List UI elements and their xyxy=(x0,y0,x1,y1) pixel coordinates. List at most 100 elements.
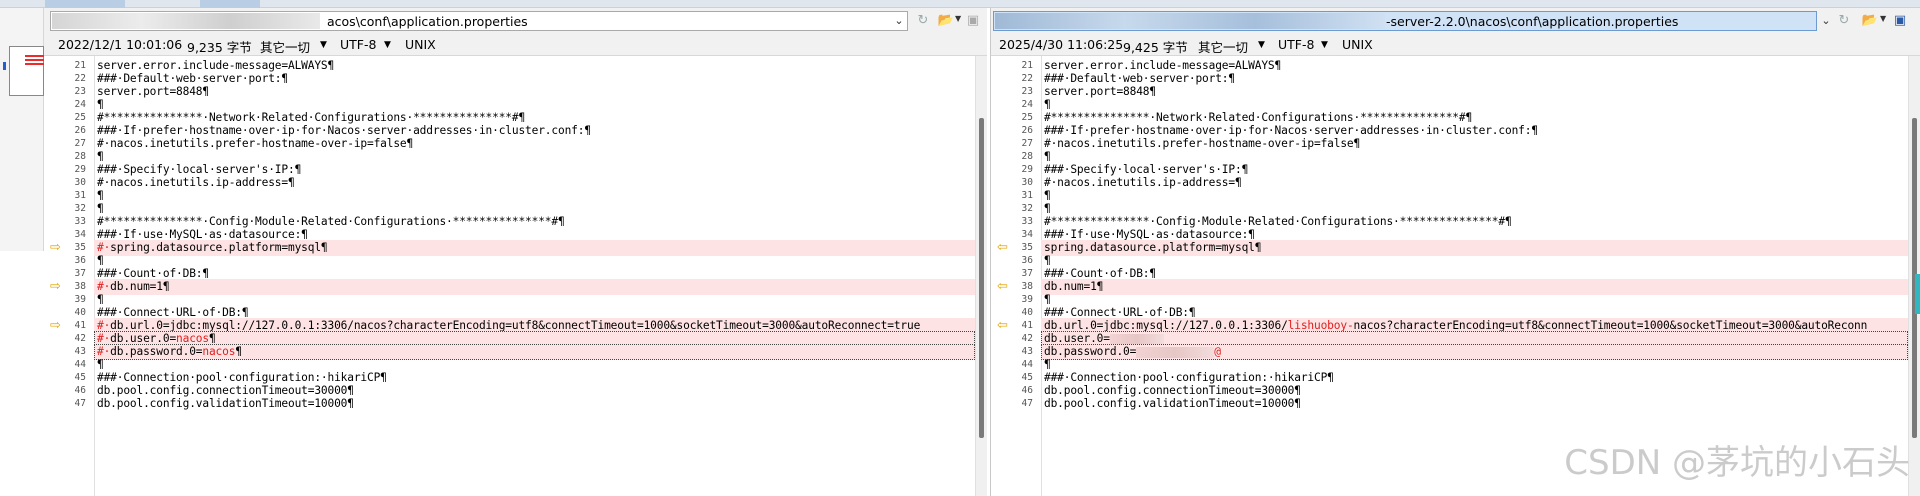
line-number: 27 xyxy=(74,138,86,149)
line-number: 28 xyxy=(1021,151,1033,162)
line-number: 26 xyxy=(74,125,86,136)
refresh-icon[interactable]: ↻ xyxy=(914,13,932,29)
line-number: 22 xyxy=(1021,73,1033,84)
line-ending-label: UNIX xyxy=(405,37,436,52)
code-line[interactable]: 47 db.pool.config.validationTimeout=10000… xyxy=(991,396,1920,412)
encoding-selector[interactable]: UTF-8 xyxy=(1278,37,1314,52)
line-number: 29 xyxy=(1021,164,1033,175)
right-path-combobox[interactable]: -server-2.2.0\nacos\conf\application.pro… xyxy=(993,11,1817,31)
line-number: 45 xyxy=(1021,372,1033,383)
file-size: 9,425 字节 xyxy=(1123,40,1188,55)
line-number: 44 xyxy=(74,359,86,370)
scrollbar-thumb[interactable] xyxy=(979,118,984,438)
save-icon[interactable]: ▣ xyxy=(1891,13,1909,29)
right-code-view[interactable]: 21 server.error.include-message=ALWAYS¶ 22… xyxy=(991,56,1920,496)
window-top-strip xyxy=(0,0,1920,8)
chevron-down-icon[interactable]: ▼ xyxy=(384,40,391,50)
eol-mode-selector[interactable]: 其它一切 xyxy=(260,37,310,56)
refresh-icon[interactable]: ↻ xyxy=(1835,13,1853,29)
line-number: 37 xyxy=(74,268,86,279)
title-blurred-region xyxy=(45,0,125,8)
file-datetime: 2022/12/1 10:01:06 xyxy=(58,37,183,52)
chevron-down-icon[interactable]: ⌄ xyxy=(1817,11,1835,31)
file-datetime: 2025/4/30 11:06:25 xyxy=(999,37,1124,52)
redacted-value xyxy=(1109,333,1164,345)
line-number: 40 xyxy=(1021,307,1033,318)
line-number: 47 xyxy=(1021,398,1033,409)
line-number: 42 xyxy=(1021,333,1033,344)
viewport-frame[interactable] xyxy=(9,46,49,96)
line-number: 26 xyxy=(1021,125,1033,136)
line-number: 33 xyxy=(1021,216,1033,227)
path-blurred-prefix xyxy=(52,13,320,29)
code-line[interactable]: 47 db.pool.config.validationTimeout=10000… xyxy=(44,396,987,412)
chevron-down-icon[interactable]: ▼ xyxy=(320,40,327,50)
dropdown-arrow-icon[interactable]: ▼ xyxy=(955,14,961,23)
chevron-down-icon[interactable]: ⌄ xyxy=(890,11,908,31)
line-number: 38 xyxy=(74,281,86,292)
line-number: 45 xyxy=(74,372,86,383)
file-size: 9,235 字节 xyxy=(187,40,252,55)
left-code-view[interactable]: 21 server.error.include-message=ALWAYS¶ 22… xyxy=(44,56,987,496)
save-icon[interactable]: ▣ xyxy=(964,13,982,29)
right-status-bar: 2025/4/30 11:06:25 9,425 字节 其它一切 ▼ UTF-8… xyxy=(991,34,1920,56)
location-marker xyxy=(3,62,6,70)
line-number: 32 xyxy=(1021,203,1033,214)
line-number: 41 xyxy=(1021,320,1033,331)
line-number: 25 xyxy=(74,112,86,123)
right-file-pane: -server-2.2.0\nacos\conf\application.pro… xyxy=(990,8,1920,496)
line-number: 38 xyxy=(1021,281,1033,292)
dropdown-arrow-icon[interactable]: ▼ xyxy=(1880,14,1886,23)
eol-mode-selector[interactable]: 其它一切 xyxy=(1198,37,1248,56)
line-number: 36 xyxy=(74,255,86,266)
line-number: 42 xyxy=(74,333,86,344)
scroll-position-marker xyxy=(1915,274,1920,314)
right-path-bar: -server-2.2.0\nacos\conf\application.pro… xyxy=(991,8,1920,34)
line-number: 35 xyxy=(74,242,86,253)
watermark: CSDN @茅坑的小石头 xyxy=(1564,443,1910,483)
redacted-value xyxy=(1136,346,1215,358)
line-number: 30 xyxy=(74,177,86,188)
line-number: 47 xyxy=(74,398,86,409)
line-number: 21 xyxy=(74,60,86,71)
line-number: 39 xyxy=(1021,294,1033,305)
location-map[interactable] xyxy=(0,8,49,251)
line-number: 43 xyxy=(1021,346,1033,357)
line-number: 46 xyxy=(1021,385,1033,396)
line-number: 34 xyxy=(1021,229,1033,240)
title-blurred-region xyxy=(200,0,260,8)
line-number: 27 xyxy=(1021,138,1033,149)
line-number: 25 xyxy=(1021,112,1033,123)
line-number: 28 xyxy=(74,151,86,162)
line-number: 39 xyxy=(74,294,86,305)
line-number: 40 xyxy=(74,307,86,318)
folder-open-icon[interactable]: 📂 xyxy=(937,13,955,29)
line-number: 21 xyxy=(1021,60,1033,71)
left-file-pane: acos\conf\application.properties ⌄ ↻ 📂 ▼… xyxy=(44,8,987,496)
left-vertical-scrollbar[interactable] xyxy=(975,56,987,496)
line-number: 24 xyxy=(1021,99,1033,110)
path-blurred-prefix xyxy=(995,13,1385,29)
line-number: 43 xyxy=(74,346,86,357)
line-number: 34 xyxy=(74,229,86,240)
line-number: 36 xyxy=(1021,255,1033,266)
left-path-combobox[interactable]: acos\conf\application.properties xyxy=(50,11,908,31)
line-number: 32 xyxy=(74,203,86,214)
line-number: 37 xyxy=(1021,268,1033,279)
line-text: db.pool.config.validationTimeout=10000¶ xyxy=(1044,397,1301,410)
line-number: 46 xyxy=(74,385,86,396)
left-path-text: acos\conf\application.properties xyxy=(327,14,528,29)
line-number: 23 xyxy=(1021,86,1033,97)
line-number: 41 xyxy=(74,320,86,331)
chevron-down-icon[interactable]: ▼ xyxy=(1321,40,1328,50)
line-number: 35 xyxy=(1021,242,1033,253)
folder-open-icon[interactable]: 📂 xyxy=(1861,13,1879,29)
line-number: 29 xyxy=(74,164,86,175)
line-content: db.pool.config.validationTimeout=10000¶ xyxy=(97,397,354,410)
line-number: 30 xyxy=(1021,177,1033,188)
line-text: db.pool.config.validationTimeout=10000¶ xyxy=(97,397,354,410)
encoding-selector[interactable]: UTF-8 xyxy=(340,37,376,52)
chevron-down-icon[interactable]: ▼ xyxy=(1258,40,1265,50)
right-vertical-scrollbar[interactable] xyxy=(1908,56,1920,496)
line-number: 22 xyxy=(74,73,86,84)
